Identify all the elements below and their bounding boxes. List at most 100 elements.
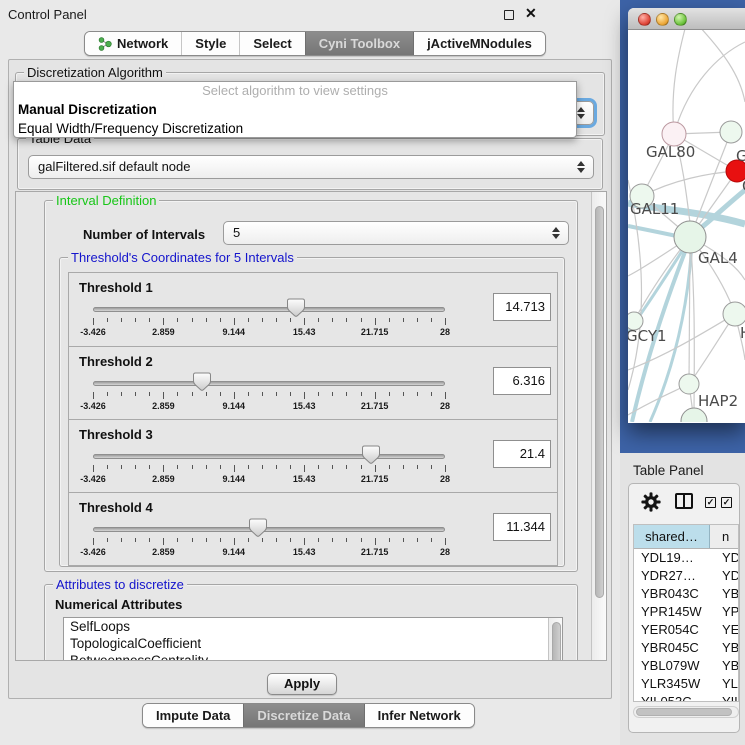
tab-jactivemnodules[interactable]: jActiveMNodules bbox=[413, 32, 545, 55]
cell-shared-name: YPR145W bbox=[634, 603, 710, 621]
column-header-shared-name[interactable]: shared… bbox=[634, 525, 710, 548]
table-hscrollbar-thumb[interactable] bbox=[636, 708, 732, 716]
slider-tick-labels: -3.4262.8599.14415.4321.71528 bbox=[93, 474, 445, 485]
tab-label: Impute Data bbox=[156, 704, 230, 727]
numerical-attributes-list[interactable]: SelfLoopsTopologicalCoefficientBetweenne… bbox=[63, 617, 563, 661]
algorithm-option[interactable]: Equal Width/Frequency Discretization bbox=[14, 119, 576, 138]
algorithm-dropdown-popup: Select algorithm to view settings Manual… bbox=[13, 81, 577, 138]
threshold-slider-track[interactable] bbox=[93, 307, 445, 312]
tab-cyni-toolbox[interactable]: Cyni Toolbox bbox=[305, 32, 413, 55]
tab-style[interactable]: Style bbox=[181, 32, 239, 55]
select-checkbox-icon[interactable]: ✓ bbox=[721, 497, 732, 508]
threshold-rows: Threshold 1-3.4262.8599.14415.4321.71528… bbox=[68, 272, 558, 566]
cell-name: YBR0 bbox=[710, 585, 738, 603]
float-window-icon[interactable] bbox=[504, 10, 514, 20]
network-node-gal[interactable] bbox=[720, 121, 742, 143]
threshold-slider-thumb[interactable] bbox=[362, 445, 380, 464]
tab-network[interactable]: Network bbox=[85, 32, 181, 55]
table-row[interactable]: YBR043CYBR0 bbox=[634, 585, 738, 603]
cell-shared-name: YDR27… bbox=[634, 567, 710, 585]
cell-shared-name: YBR043C bbox=[634, 585, 710, 603]
viewport-scrollbar-thumb[interactable] bbox=[595, 206, 604, 598]
control-panel: Control Panel ✕ NetworkStyleSelectCyni T… bbox=[0, 0, 620, 745]
table-row[interactable]: YPR145WYPR1 bbox=[634, 603, 738, 621]
threshold-slider-track[interactable] bbox=[93, 454, 445, 459]
table-row[interactable]: YBR045CYBR0 bbox=[634, 639, 738, 657]
table-header-row: shared… n bbox=[634, 525, 738, 549]
node-attribute-table: shared… n YDL19…YDL1YDR27…YDR2YBR043CYBR… bbox=[633, 524, 739, 702]
threshold-value-field[interactable]: 21.4 bbox=[493, 440, 551, 468]
combo-stepper-icon bbox=[550, 222, 562, 244]
network-window-titlebar[interactable] bbox=[628, 8, 745, 30]
column-header-name[interactable]: n bbox=[710, 525, 738, 548]
algorithm-option[interactable]: Manual Discretization bbox=[14, 100, 576, 119]
minimize-traffic-light[interactable] bbox=[656, 13, 669, 26]
screen: Control Panel ✕ NetworkStyleSelectCyni T… bbox=[0, 0, 745, 745]
zoom-traffic-light[interactable] bbox=[674, 13, 687, 26]
gear-icon[interactable] bbox=[641, 492, 661, 512]
network-node[interactable] bbox=[681, 408, 707, 422]
algorithm-hint: Select algorithm to view settings bbox=[14, 82, 576, 100]
close-traffic-light[interactable] bbox=[638, 13, 651, 26]
table-row[interactable]: YBL079WYBL0 bbox=[634, 657, 738, 675]
cell-shared-name: YER054C bbox=[634, 621, 710, 639]
split-columns-icon[interactable] bbox=[675, 493, 693, 509]
network-node-label: GAL11 bbox=[630, 200, 679, 218]
slider-tick-labels: -3.4262.8599.14415.4321.71528 bbox=[93, 327, 445, 338]
close-icon[interactable]: ✕ bbox=[525, 5, 537, 22]
attributes-scrollbar[interactable] bbox=[548, 618, 562, 661]
threshold-value-field[interactable]: 11.344 bbox=[493, 513, 551, 541]
attribute-list-item[interactable]: TopologicalCoefficient bbox=[64, 635, 562, 652]
network-node-hap2[interactable] bbox=[679, 374, 699, 394]
table-panel-area: Table Panel ✓ ✓ shared… n bbox=[620, 453, 745, 745]
threshold-value-field[interactable]: 14.713 bbox=[493, 293, 551, 321]
network-view-window: GAL80GALCGAL11GAL4GCY1HHAP2 bbox=[628, 8, 745, 423]
viewport-scrollbar[interactable] bbox=[591, 192, 606, 660]
number-of-intervals-combobox[interactable]: 5 bbox=[223, 221, 569, 245]
cell-name: YDR2 bbox=[710, 567, 738, 585]
interval-definition-group: Interval Definition Number of Intervals … bbox=[44, 200, 578, 572]
table-row[interactable]: YDR27…YDR2 bbox=[634, 567, 738, 585]
combo-stepper-icon bbox=[575, 156, 587, 178]
table-row[interactable]: YDL19…YDL1 bbox=[634, 549, 738, 567]
select-checkbox-icon[interactable]: ✓ bbox=[705, 497, 716, 508]
interval-definition-label: Interval Definition bbox=[53, 193, 159, 208]
attributes-scrollbar-thumb[interactable] bbox=[552, 622, 561, 661]
cell-name: YLR3 bbox=[710, 675, 738, 693]
tab-discretize-data[interactable]: Discretize Data bbox=[243, 704, 363, 727]
numerical-attributes-label: Numerical Attributes bbox=[55, 597, 182, 612]
threshold-slider-thumb[interactable] bbox=[287, 298, 305, 317]
apply-button[interactable]: Apply bbox=[267, 673, 337, 695]
table-data-combobox[interactable]: galFiltered.sif default node bbox=[28, 155, 594, 179]
network-node-label: GCY1 bbox=[628, 327, 667, 345]
threshold-row: Threshold 2-3.4262.8599.14415.4321.71528… bbox=[69, 346, 557, 419]
network-canvas[interactable]: GAL80GALCGAL11GAL4GCY1HHAP2 bbox=[628, 30, 745, 422]
table-row[interactable]: YIL053CYIL0 bbox=[634, 693, 738, 702]
slider-tick-labels: -3.4262.8599.14415.4321.71528 bbox=[93, 547, 445, 558]
attribute-list-item[interactable]: BetweennessCentrality bbox=[64, 652, 562, 661]
slider-ticks bbox=[93, 392, 445, 400]
table-horizontal-scrollbar[interactable] bbox=[633, 706, 739, 718]
threshold-slider-thumb[interactable] bbox=[193, 372, 211, 391]
thresholds-group: Threshold's Coordinates for 5 Intervals … bbox=[59, 257, 565, 567]
threshold-slider-thumb[interactable] bbox=[249, 518, 267, 537]
threshold-slider-track[interactable] bbox=[93, 381, 445, 386]
cell-shared-name: YBL079W bbox=[634, 657, 710, 675]
table-panel-box: ✓ ✓ shared… n YDL19…YDL1YDR27…YDR2YBR043… bbox=[628, 483, 740, 733]
tab-label: jActiveMNodules bbox=[427, 32, 532, 55]
attribute-list-item[interactable]: SelfLoops bbox=[64, 618, 562, 635]
cell-shared-name: YDL19… bbox=[634, 549, 710, 567]
table-row[interactable]: YER054CYER0 bbox=[634, 621, 738, 639]
tab-impute-data[interactable]: Impute Data bbox=[143, 704, 243, 727]
threshold-value-field[interactable]: 6.316 bbox=[493, 367, 551, 395]
tab-label: Cyni Toolbox bbox=[319, 32, 400, 55]
tab-infer-network[interactable]: Infer Network bbox=[364, 704, 474, 727]
network-node-h[interactable] bbox=[723, 302, 745, 326]
cell-name: YIL0 bbox=[710, 693, 738, 702]
table-row[interactable]: YLR345WYLR3 bbox=[634, 675, 738, 693]
tab-select[interactable]: Select bbox=[239, 32, 304, 55]
attributes-group: Attributes to discretize Numerical Attri… bbox=[44, 584, 578, 661]
attributes-group-label: Attributes to discretize bbox=[53, 577, 187, 592]
cell-name: YPR1 bbox=[710, 603, 738, 621]
threshold-slider-track[interactable] bbox=[93, 527, 445, 532]
